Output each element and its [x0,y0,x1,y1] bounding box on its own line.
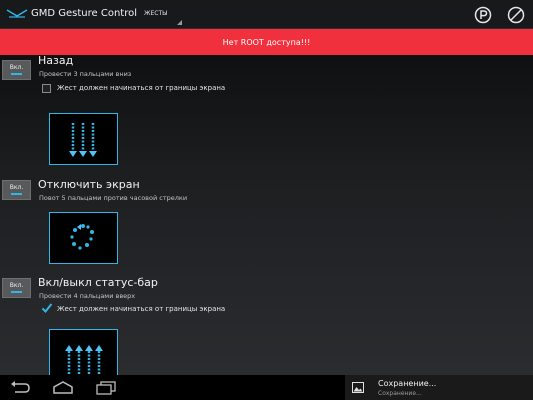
five-finger-rotate-icon [70,224,94,250]
gesture-list[interactable]: Вкл. Назад Провести 3 пальцами вниз Жест… [0,55,533,375]
gesture-title: Назад [38,55,74,67]
gesture-title: Вкл/выкл статус-бар [38,276,158,289]
save-notification[interactable]: Сохранение... Сохранение... [345,375,533,400]
toggle-label: Вкл. [9,64,24,71]
action-bar: GMD Gesture Control ЖЕСТЫ [0,0,533,29]
notification-title: Сохранение... [378,379,437,388]
toggle-button[interactable]: Вкл. [2,180,31,200]
app-title: GMD Gesture Control [31,8,137,19]
edge-start-label: Жест должен начинаться от границы экрана [57,305,226,313]
no-root-banner: Нет ROOT доступа!!! [0,29,533,55]
home-icon[interactable] [52,380,74,395]
edge-start-label: Жест должен начинаться от границы экрана [57,84,226,92]
disable-icon[interactable] [507,6,525,24]
gesture-description: Повот 5 пальцами против часовой стрелки [39,194,188,202]
tab-selector-label: ЖЕСТЫ [144,10,168,17]
checkmark-icon [41,303,53,313]
gesture-logo-icon[interactable] [6,8,28,20]
toggle-indicator [11,291,22,293]
edge-start-checkbox[interactable] [41,303,53,314]
gesture-title: Отключить экран [38,178,140,191]
notification-subtitle: Сохранение... [378,390,422,397]
toggle-button[interactable]: Вкл. [2,60,31,80]
three-finger-swipe-down-icon [69,123,97,157]
premium-icon[interactable] [474,6,492,24]
four-finger-swipe-up-icon [65,345,103,375]
toggle-indicator [11,193,22,195]
toggle-indicator [11,73,22,75]
gesture-description: Провести 4 пальцами вверх [39,292,136,300]
gesture-description: Провести 3 пальцами вниз [39,70,132,78]
edge-start-checkbox[interactable] [42,84,51,93]
gesture-item-back[interactable]: Вкл. Назад Провести 3 пальцами вниз Жест… [0,55,533,172]
dropdown-corner-icon [177,20,182,25]
toggle-button[interactable]: Вкл. [2,278,31,298]
edge-start-option[interactable]: Жест должен начинаться от границы экрана [42,83,302,95]
tab-selector[interactable]: ЖЕСТЫ [142,0,182,28]
toggle-label: Вкл. [9,282,24,289]
gesture-preview [49,329,118,375]
edge-start-option[interactable]: Жест должен начинаться от границы экрана [41,303,302,316]
banner-text: Нет ROOT доступа!!! [222,37,311,47]
gesture-preview [49,212,118,264]
gesture-item-statusbar[interactable]: Вкл. Вкл/выкл статус-бар Провести 4 паль… [0,271,533,375]
toggle-label: Вкл. [9,184,24,191]
back-icon[interactable] [9,380,31,395]
recents-icon[interactable] [95,380,117,395]
picture-icon [352,382,364,393]
gesture-item-screen-off[interactable]: Вкл. Отключить экран Повот 5 пальцами пр… [0,173,533,268]
gesture-preview [49,113,118,165]
